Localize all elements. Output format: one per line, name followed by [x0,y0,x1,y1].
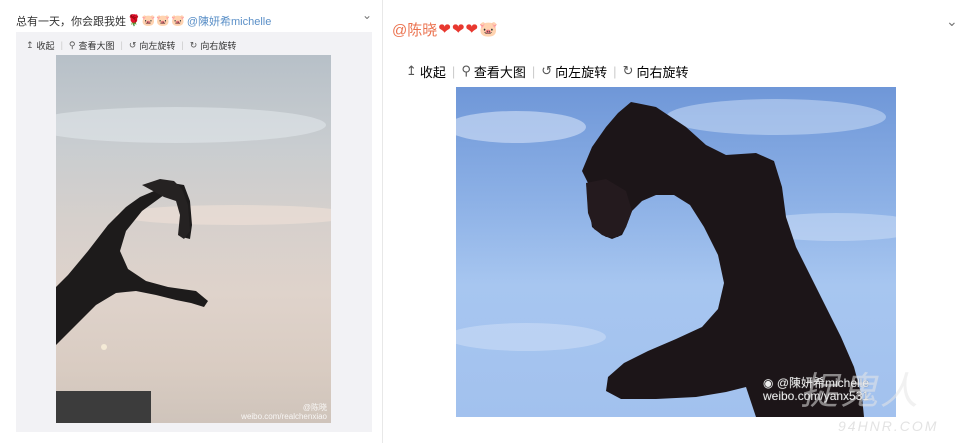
left-post-body: 总有一天，你会跟我姓 [16,16,126,28]
toolbar-divider: | [613,63,617,79]
view-large-button[interactable]: ⚲ 查看大图 [69,39,115,52]
half-heart-hand-photo [56,107,331,423]
rotate-right-button[interactable]: ↻ 向右旋转 [190,39,237,52]
collapse-label: 收起 [36,40,55,51]
left-watermark-handle: @陈晓 [302,403,327,412]
right-post-mention-link[interactable]: @陈晓 [392,19,437,40]
rotate-left-label: 向左旋转 [139,40,176,51]
right-image-toolbar: ↥ 收起 | ⚲ 查看大图 | ↺ 向左旋转 | ↻ 向右旋转 [406,59,688,83]
heart-emoji-icon: ❤ [438,21,451,38]
heart-emoji-icon: ❤ [465,21,478,38]
rotate-left-icon: ↺ [541,63,553,78]
toolbar-divider: | [451,63,456,79]
pig-emoji-icon: 🐷 [171,14,185,27]
heart-emoji-icon: ❤ [451,21,465,38]
view-large-label: 查看大图 [473,64,526,80]
arrow-up-icon: ↥ [406,63,417,78]
magnifier-icon: ⚲ [68,39,76,50]
chevron-down-icon[interactable]: ⌄ [946,14,958,28]
site-watermark-logo: 捉鬼人 [800,371,921,413]
rotate-right-icon: ↻ [189,39,198,50]
right-post-text: @陈晓 ❤ ❤ ❤ 🐷 [392,19,498,40]
collapse-label: 收起 [419,64,446,80]
weibo-logo-icon: ◉ [763,376,777,390]
rotate-left-button[interactable]: ↺ 向左旋转 [129,39,176,52]
arrow-up-icon: ↥ [26,39,34,50]
rotate-right-label: 向右旋转 [636,64,689,80]
left-post-text: 总有一天，你会跟我姓 🌹 🐷 🐷 🐷 @陳妍希michelle [16,13,271,29]
rotate-left-button[interactable]: ↺ 向左旋转 [541,62,607,81]
collapse-button[interactable]: ↥ 收起 [26,39,55,52]
left-post-mention-link[interactable]: @陳妍希michelle [187,13,272,29]
site-watermark-url: 94HNR.COM [838,418,939,434]
collapse-button[interactable]: ↥ 收起 [406,62,446,81]
toolbar-divider: | [181,40,184,50]
left-post-card: 总有一天，你会跟我姓 🌹 🐷 🐷 🐷 @陳妍希michelle ⌄ ↥ 收起 |… [0,0,383,443]
pig-emoji-icon: 🐷 [156,14,171,27]
chevron-down-icon[interactable]: ⌄ [362,9,372,21]
left-photo-watermark: @陈晓 weibo.com/realchenxiao [241,403,327,421]
rotate-left-label: 向左旋转 [555,64,608,80]
pig-emoji-icon: 🐷 [141,14,156,27]
rotate-right-label: 向右旋转 [200,40,237,51]
magnifier-icon: ⚲ [461,63,471,78]
view-large-button[interactable]: ⚲ 查看大图 [461,62,526,81]
rotate-right-button[interactable]: ↻ 向右旋转 [623,62,689,81]
pig-emoji-icon: 🐷 [478,21,498,38]
toolbar-divider: | [120,40,123,50]
rotate-left-icon: ↺ [128,39,137,50]
left-post-photo[interactable]: @陈晓 weibo.com/realchenxiao [56,55,331,423]
view-large-label: 查看大图 [78,40,115,51]
left-watermark-url: weibo.com/realchenxiao [241,412,327,421]
rotate-right-icon: ↻ [622,63,634,78]
toolbar-divider: | [60,40,63,50]
rose-emoji-icon: 🌹 [127,14,141,27]
toolbar-divider: | [531,63,536,79]
